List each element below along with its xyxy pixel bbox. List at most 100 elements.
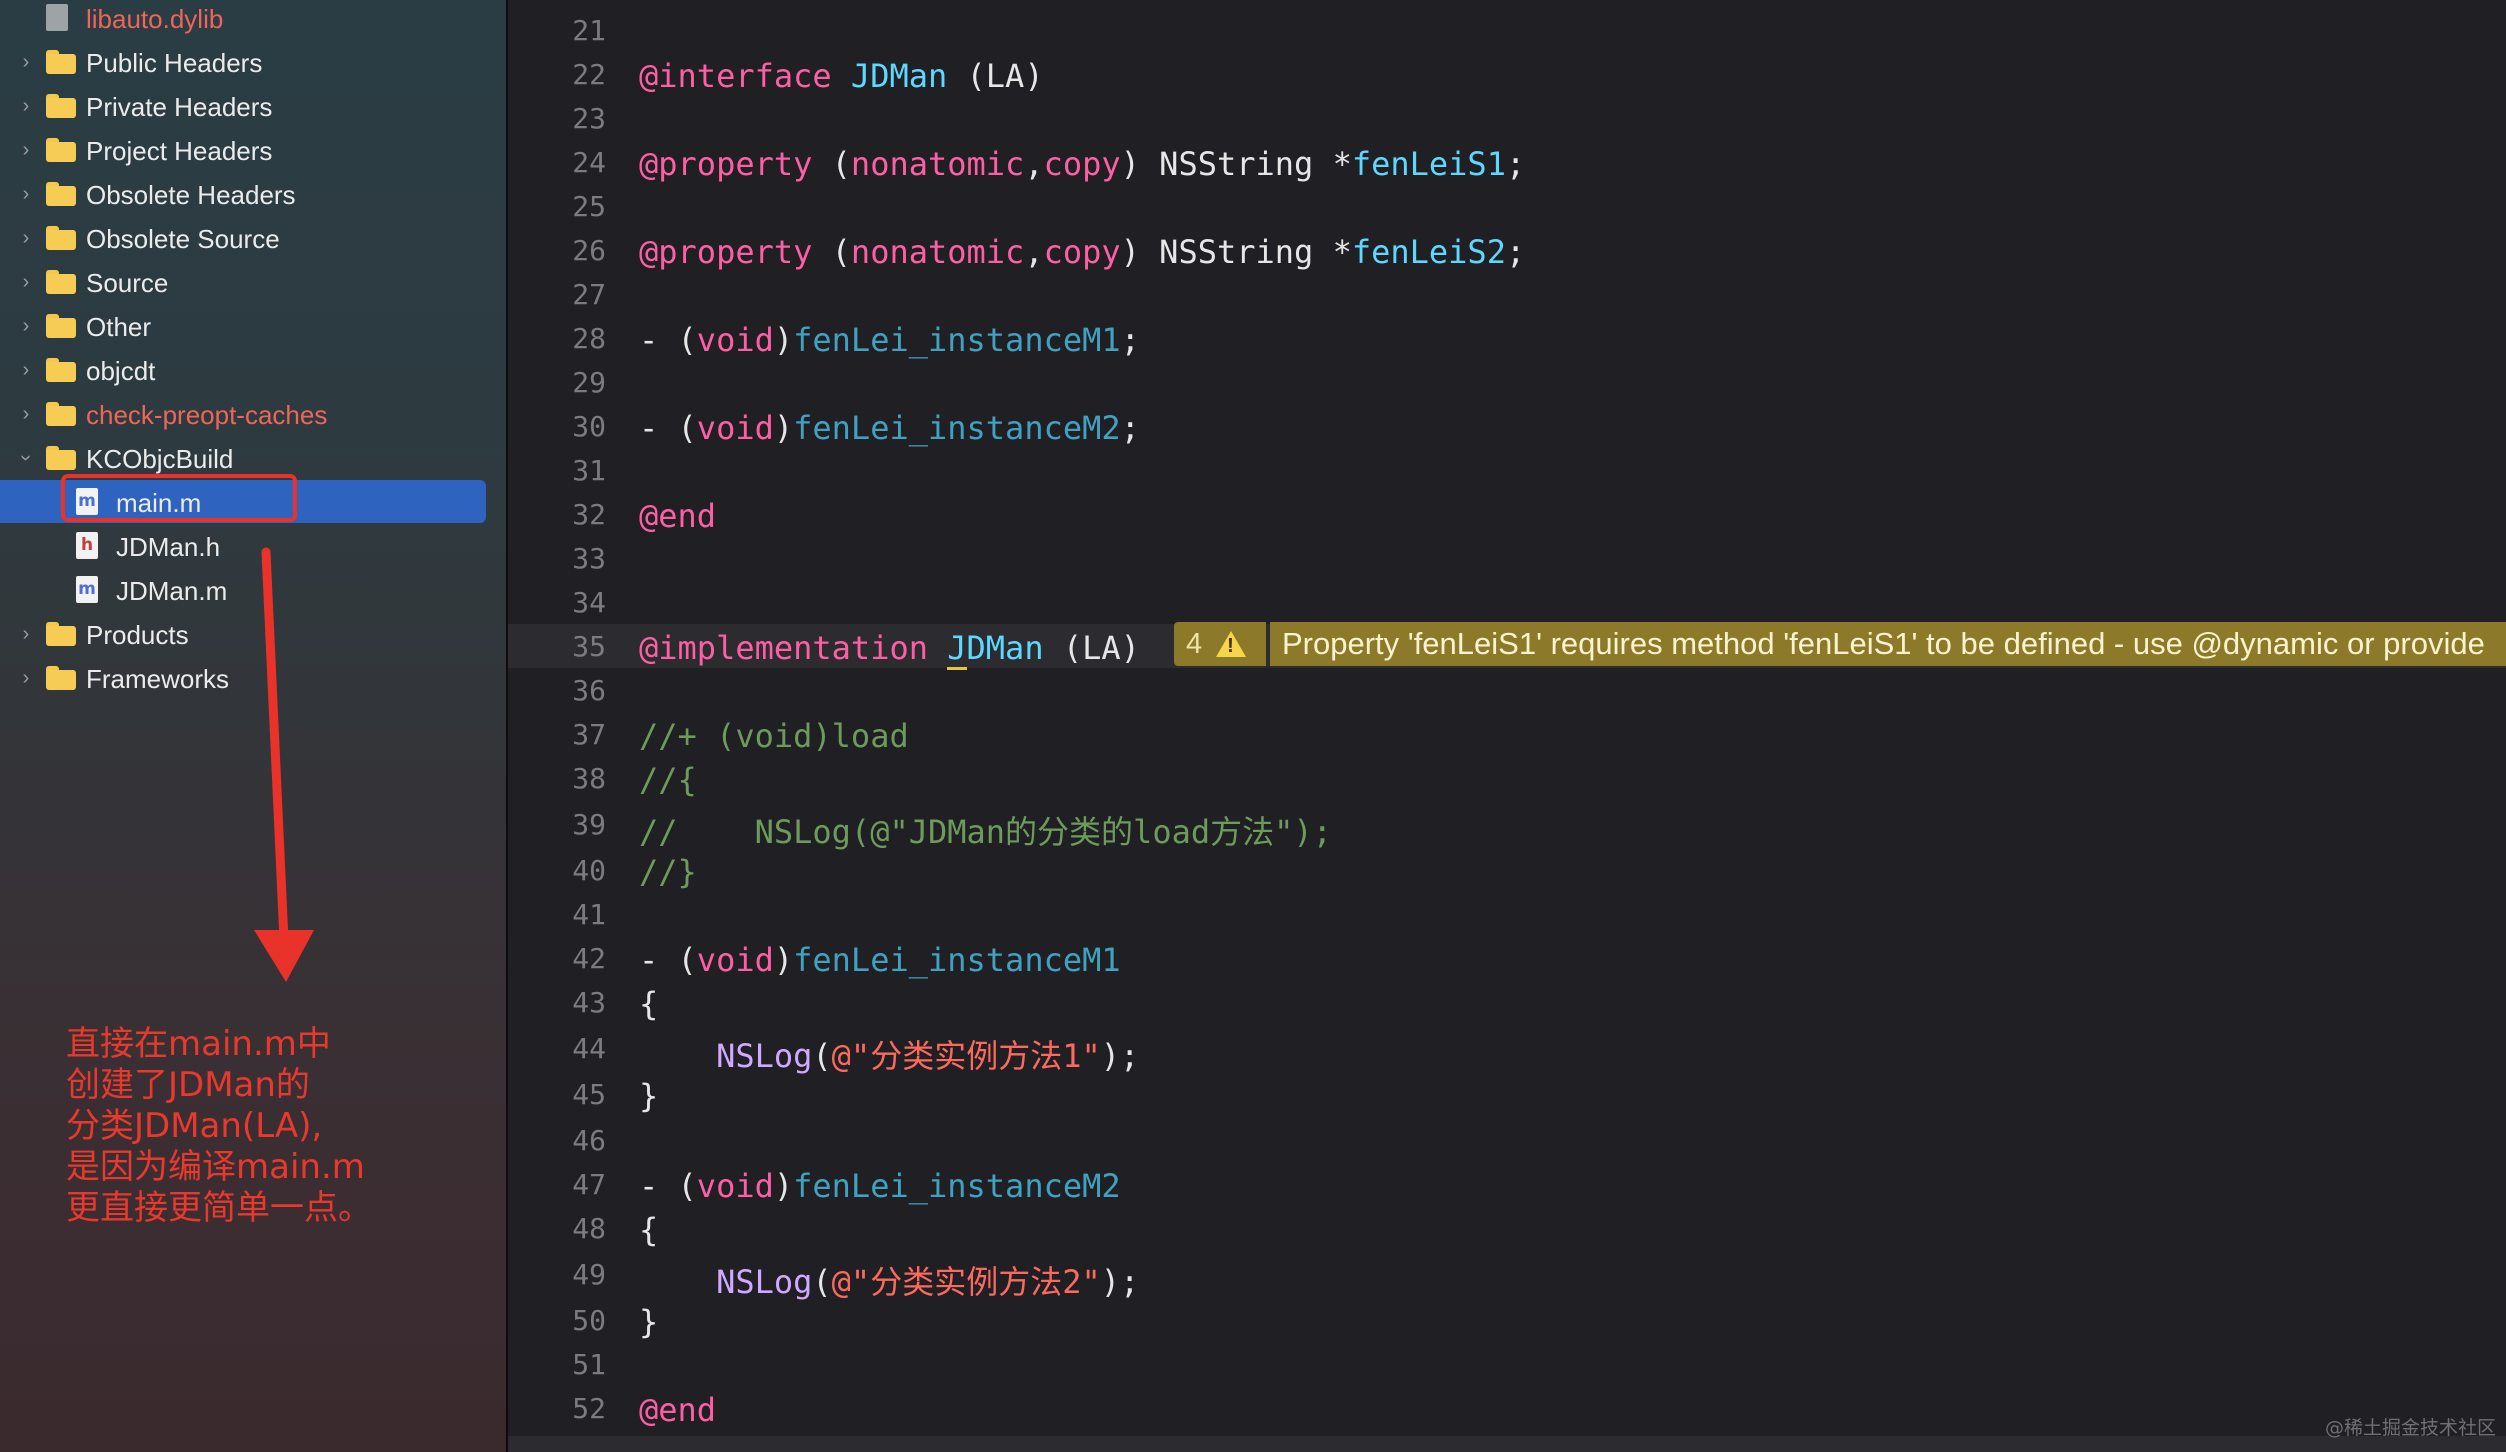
navigator-item-label: Obsolete Source bbox=[86, 224, 280, 254]
code-editor[interactable]: 21 22 @interface JDMan (LA) 23 24 @property (… bbox=[508, 0, 2506, 1452]
code-token: //{ bbox=[639, 761, 697, 799]
chevron-right-icon[interactable]: › bbox=[14, 313, 38, 339]
code-text: - (void)fenLei_instanceM2; bbox=[639, 409, 1140, 447]
code-text: { bbox=[639, 985, 658, 1023]
annotation-arrow bbox=[254, 547, 314, 982]
folder-icon bbox=[46, 270, 76, 294]
navigator-item[interactable]: › Obsolete Headers bbox=[0, 172, 506, 216]
code-line[interactable]: 45} bbox=[508, 1072, 2506, 1116]
line-number: 36 bbox=[572, 674, 606, 707]
code-token: void bbox=[696, 941, 774, 979]
code-line[interactable]: 29 bbox=[508, 360, 2506, 404]
code-line[interactable]: 36 bbox=[508, 668, 2506, 712]
code-line[interactable]: 52 @end bbox=[508, 1386, 2506, 1430]
code-token: { bbox=[639, 985, 659, 1023]
code-line[interactable]: 49 NSLog(@"分类实例方法2"); bbox=[508, 1252, 2506, 1301]
chevron-right-icon[interactable]: › bbox=[14, 49, 38, 75]
annotation-line: 是因为编译main.m bbox=[66, 1147, 365, 1187]
navigator-item[interactable]: › objcdt bbox=[0, 348, 506, 392]
code-line[interactable]: 25 bbox=[508, 184, 2506, 228]
chevron-right-icon[interactable]: › bbox=[14, 93, 38, 119]
chevron-right-icon[interactable]: › bbox=[14, 137, 38, 163]
code-token: @"分类实例方法1" bbox=[831, 1037, 1101, 1075]
chevron-right-icon[interactable]: › bbox=[14, 225, 38, 251]
code-line[interactable]: 28 - (void)fenLei_instanceM1; bbox=[508, 316, 2506, 360]
navigator-item-label: check-preopt-caches bbox=[86, 400, 328, 430]
chevron-down-icon[interactable]: › bbox=[13, 446, 39, 470]
chevron-right-icon[interactable]: › bbox=[14, 621, 38, 647]
navigator-item[interactable]: › Project Headers bbox=[0, 128, 506, 172]
code-token: nonatomic bbox=[850, 233, 1025, 271]
folder-icon bbox=[46, 446, 76, 470]
code-line[interactable]: 51 bbox=[508, 1342, 2506, 1386]
code-line[interactable]: 48 { bbox=[508, 1206, 2506, 1250]
folder-icon bbox=[46, 666, 76, 690]
code-line[interactable]: 26 @property (nonatomic,copy) NSString *f… bbox=[508, 228, 2506, 272]
code-line[interactable]: 43 { bbox=[508, 980, 2506, 1024]
warning-count-badge[interactable]: 4 bbox=[1174, 622, 1266, 666]
navigator-item-label: Frameworks bbox=[86, 664, 230, 694]
code-line[interactable]: 24 @property (nonatomic,copy) NSString *f… bbox=[508, 140, 2506, 184]
inline-warning[interactable]: 4 Property 'fenLeiS1' requires method 'f… bbox=[1174, 622, 2506, 666]
navigator-item[interactable]: › Private Headers bbox=[0, 84, 506, 128]
code-line[interactable]: 40 //} bbox=[508, 848, 2506, 892]
navigator-item[interactable]: › Public Headers bbox=[0, 40, 506, 84]
chevron-right-icon[interactable]: › bbox=[14, 357, 38, 383]
folder-icon bbox=[46, 50, 76, 74]
chevron-right-icon[interactable]: › bbox=[14, 665, 38, 691]
code-line[interactable]: 44 NSLog(@"分类实例方法1"); bbox=[508, 1026, 2506, 1075]
code-token: ( bbox=[812, 1037, 832, 1075]
code-line[interactable]: 46 bbox=[508, 1118, 2506, 1162]
chevron-right-icon[interactable]: › bbox=[14, 181, 38, 207]
code-line[interactable]: 37 //+ (void)load bbox=[508, 712, 2506, 756]
code-line[interactable]: 34 bbox=[508, 580, 2506, 624]
code-line[interactable]: 30 - (void)fenLei_instanceM2; bbox=[508, 404, 2506, 448]
code-text: { bbox=[639, 1211, 658, 1249]
code-text: NSLog(@"分类实例方法2"); bbox=[639, 1257, 1139, 1303]
line-number: 45 bbox=[572, 1078, 606, 1111]
line-number: 49 bbox=[572, 1258, 606, 1291]
code-line[interactable]: 27 bbox=[508, 272, 2506, 316]
navigator-item-label: Obsolete Headers bbox=[86, 180, 296, 210]
code-line[interactable]: 31 bbox=[508, 448, 2506, 492]
navigator-item[interactable]: › check-preopt-caches bbox=[0, 392, 506, 436]
chevron-right-icon[interactable]: › bbox=[14, 269, 38, 295]
line-number: 51 bbox=[572, 1348, 606, 1381]
navigator-item[interactable]: › Obsolete Source bbox=[0, 216, 506, 260]
code-line[interactable]: 22 @interface JDMan (LA) bbox=[508, 52, 2506, 96]
code-text: } bbox=[639, 1303, 658, 1341]
code-text: // NSLog(@"JDMan的分类的load方法"); bbox=[639, 807, 1332, 853]
code-text: NSLog(@"分类实例方法1"); bbox=[639, 1031, 1139, 1077]
code-line[interactable]: 39 // NSLog(@"JDMan的分类的load方法"); bbox=[508, 802, 2506, 851]
code-line[interactable]: 32 @end bbox=[508, 492, 2506, 536]
line-number: 31 bbox=[572, 454, 606, 487]
navigator-item[interactable]: libauto.dylib bbox=[0, 0, 506, 40]
annotation-line: 创建了JDMan的 bbox=[66, 1065, 310, 1105]
code-line[interactable]: 21 bbox=[508, 8, 2506, 52]
line-number: 29 bbox=[572, 366, 606, 399]
code-token: (LA) bbox=[947, 57, 1044, 95]
navigator-item[interactable]: › Other bbox=[0, 304, 506, 348]
code-line[interactable]: 47 - (void)fenLei_instanceM2 bbox=[508, 1162, 2506, 1206]
code-line[interactable]: 38 //{ bbox=[508, 756, 2506, 800]
code-token: fenLei_instanceM1 bbox=[793, 941, 1121, 979]
chevron-right-icon[interactable]: › bbox=[14, 401, 38, 427]
line-number: 24 bbox=[572, 146, 606, 179]
folder-icon bbox=[46, 402, 76, 426]
navigator-item-label: Products bbox=[86, 620, 189, 650]
code-line[interactable]: 41 bbox=[508, 892, 2506, 936]
navigator-item[interactable]: › Source bbox=[0, 260, 506, 304]
line-number: 28 bbox=[572, 322, 606, 355]
code-line[interactable]: 50} bbox=[508, 1298, 2506, 1342]
code-text: } bbox=[639, 1077, 658, 1115]
code-token: , bbox=[1024, 233, 1044, 271]
code-line[interactable]: 23 bbox=[508, 96, 2506, 140]
code-line[interactable]: 42 - (void)fenLei_instanceM1 bbox=[508, 936, 2506, 980]
code-token: fenLeiS2 bbox=[1351, 233, 1506, 271]
line-number: 47 bbox=[572, 1168, 606, 1201]
code-token: } bbox=[639, 1303, 659, 1341]
code-text: //} bbox=[639, 853, 697, 891]
code-line[interactable]: 33 bbox=[508, 536, 2506, 580]
code-token: copy bbox=[1043, 145, 1121, 183]
code-token: @property bbox=[639, 145, 813, 183]
